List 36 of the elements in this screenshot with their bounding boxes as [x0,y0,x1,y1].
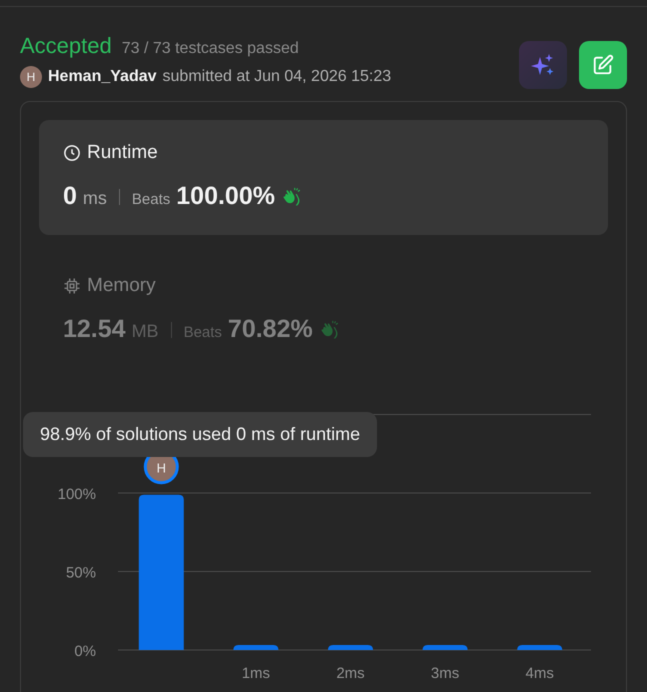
chip-icon [63,277,81,295]
edit-button[interactable] [579,41,627,89]
metric-unit: ms [82,188,107,209]
metric-value: 0 [63,182,77,211]
metric-panel[interactable]: Memory 12.54 MB Beats 70.82% [39,253,608,368]
axis-label: 100% [58,486,96,503]
user-avatar: H [20,66,42,88]
beats-label: Beats [184,324,222,341]
submission-time: submitted at Jun 04, 2026 15:23 [162,68,392,86]
metric-panel[interactable]: Runtime 0 ms Beats 100.00% [39,120,608,235]
clapping-hands-icon [280,186,303,208]
axis-label: 50% [66,564,96,582]
metric-value: 12.54 [63,315,126,344]
beats-label: Beats [132,191,170,208]
username-link[interactable]: Heman_Yadav [48,68,157,86]
status-label: Accepted [20,33,112,59]
bar[interactable] [517,645,562,650]
edit-icon [592,54,614,76]
axis-label: 3ms [430,665,460,682]
testcases-text: 73 / 73 testcases passed [122,40,299,58]
ai-sparkle-button[interactable] [519,41,567,89]
clock-icon [63,144,81,162]
axis-label: 4ms [526,665,554,682]
axis-label: 1ms [242,665,270,682]
beats-percent: 100.00% [176,182,275,211]
chart-tooltip: 98.9% of solutions used 0 ms of runtime [23,412,378,457]
beats-percent: 70.82% [228,315,313,344]
clapping-hands-icon [318,318,341,340]
metric-title: Memory [87,275,156,297]
metric-unit: MB [132,321,159,342]
axis-label: 0% [74,643,96,660]
bar[interactable] [328,645,373,650]
metric-title: Runtime [87,142,158,164]
bar[interactable] [422,645,468,650]
bar[interactable] [233,645,278,650]
axis-label: 2ms [336,665,365,682]
